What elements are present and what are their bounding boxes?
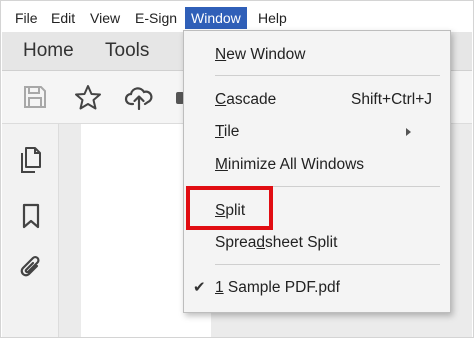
menu-separator bbox=[215, 75, 440, 76]
pages-icon[interactable] bbox=[18, 146, 44, 174]
menu-item-text: ew Window bbox=[226, 46, 306, 63]
menu-item-minimize-all[interactable]: Minimize All Windows bbox=[215, 153, 364, 177]
menu-item-accelerator: T bbox=[215, 123, 224, 140]
menu-view[interactable]: View bbox=[86, 7, 124, 29]
menu-item-text: sheet Split bbox=[265, 234, 338, 251]
cloud-upload-icon[interactable] bbox=[124, 84, 154, 110]
left-navigation-rail bbox=[2, 124, 59, 337]
menu-item-accelerator: M bbox=[215, 156, 228, 173]
menu-bar: File Edit View E-Sign Window Help bbox=[2, 7, 472, 29]
star-icon[interactable] bbox=[73, 84, 103, 110]
bookmark-icon[interactable] bbox=[18, 202, 44, 230]
menu-item-text: Sample PDF.pdf bbox=[223, 279, 340, 296]
tab-tools[interactable]: Tools bbox=[105, 40, 149, 62]
menu-item-new-window[interactable]: New Window bbox=[215, 43, 305, 67]
menu-item-text: ile bbox=[223, 123, 240, 140]
cascade-shortcut: Shift+Ctrl+J bbox=[351, 91, 432, 108]
tab-home[interactable]: Home bbox=[23, 40, 74, 62]
menu-window[interactable]: Window bbox=[185, 7, 247, 29]
app-window: File Edit View E-Sign Window Help Home T… bbox=[0, 0, 474, 338]
menu-item-text: inimize All Windows bbox=[227, 156, 365, 173]
submenu-arrow-icon bbox=[406, 128, 411, 136]
attachment-icon[interactable] bbox=[18, 254, 44, 282]
menu-item-spreadsheet-split[interactable]: Spreadsheet Split bbox=[215, 231, 337, 255]
menu-item-text: Sprea bbox=[215, 234, 257, 251]
menu-item-cascade[interactable]: Cascade bbox=[215, 88, 276, 112]
menu-item-open-document[interactable]: 1 Sample PDF.pdf bbox=[215, 276, 340, 300]
menu-item-accelerator: 1 bbox=[215, 279, 224, 296]
split-highlight-box bbox=[186, 186, 273, 230]
checkmark-icon: ✔ bbox=[193, 279, 206, 296]
menu-separator bbox=[215, 264, 440, 265]
menu-item-accelerator: d bbox=[256, 234, 265, 251]
menu-edit[interactable]: Edit bbox=[47, 7, 79, 29]
menu-item-tile[interactable]: Tile bbox=[215, 120, 239, 144]
menu-item-accelerator: C bbox=[215, 91, 227, 108]
menu-help[interactable]: Help bbox=[254, 7, 291, 29]
save-icon[interactable] bbox=[22, 84, 48, 110]
menu-esign[interactable]: E-Sign bbox=[131, 7, 181, 29]
menu-item-text: ascade bbox=[226, 91, 277, 108]
menu-item-accelerator: N bbox=[215, 46, 227, 63]
menu-file[interactable]: File bbox=[11, 7, 42, 29]
window-menu-dropdown: New Window Cascade Shift+Ctrl+J Tile Min… bbox=[183, 30, 451, 313]
